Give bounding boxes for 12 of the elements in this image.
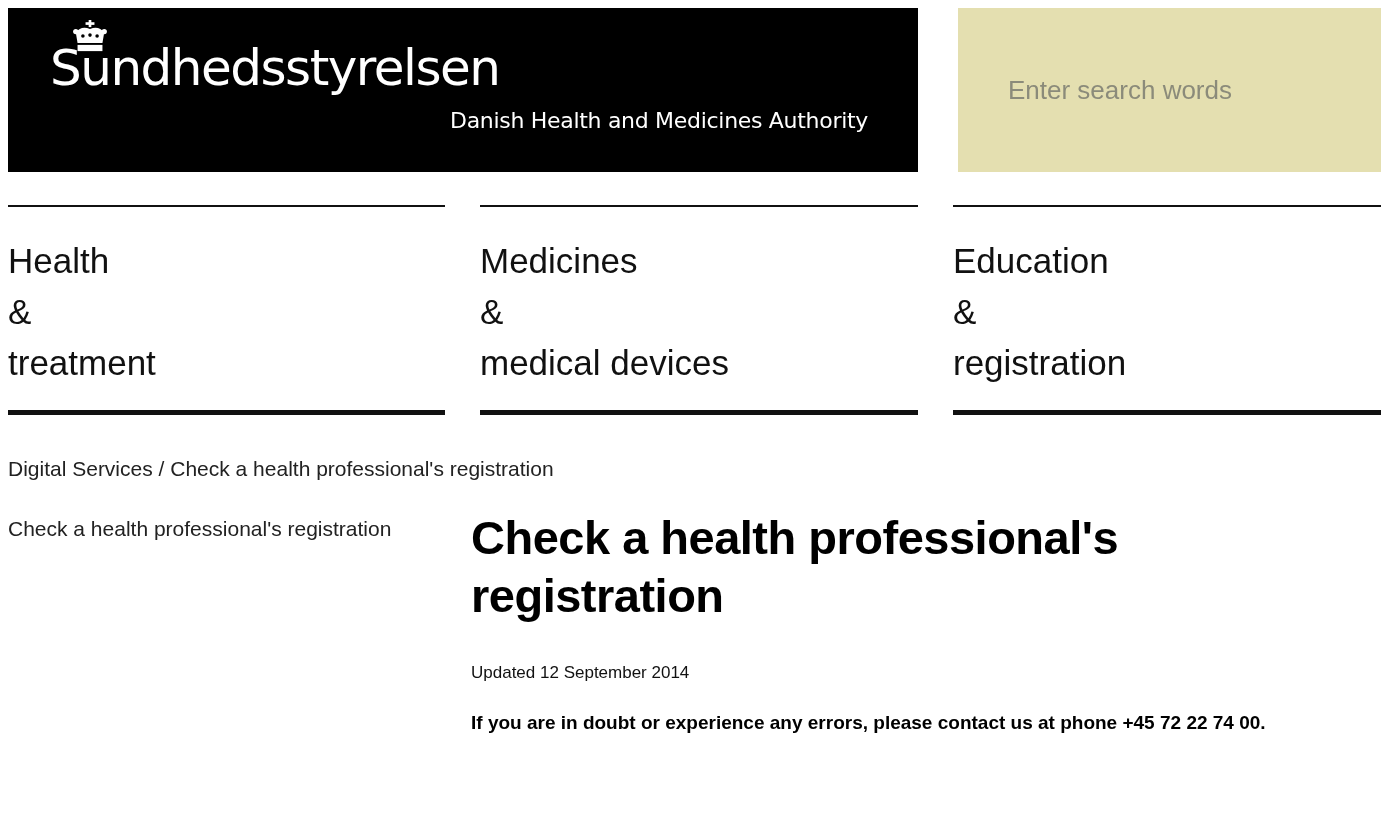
logo-wordmark: Sundhedsstyrelsen [50,40,500,96]
nav-link[interactable]: Health & treatment [8,205,445,415]
logo-subtitle: Danish Health and Medicines Authority [450,108,868,133]
nav-link[interactable]: Medicines & medical devices [480,205,918,415]
breadcrumb: Digital Services / Check a health professional's registration [8,457,555,481]
search-field[interactable]: Enter search words [958,8,1381,172]
updated-date: Updated 12 September 2014 [471,663,691,683]
page-title: Check a health professional's registration [471,510,1120,624]
logo-banner[interactable]: Sundhedsstyrelsen Danish Health and Medicines Authority [8,8,918,172]
nav-link[interactable]: Education & registration [953,205,1381,415]
sidebar-link[interactable]: Check a health professional's registration [8,515,438,543]
contact-notice: If you are in doubt or experience any errors, please contact us at phone +45 72 22 74 00. [471,711,1267,735]
